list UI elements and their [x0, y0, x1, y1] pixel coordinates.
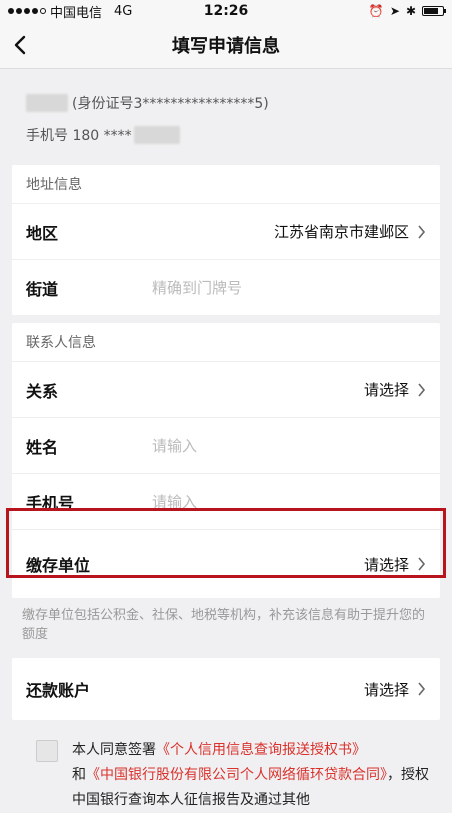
nav-bar: 填写申请信息: [0, 22, 452, 69]
contact-card: 联系人信息 关系 请选择 姓名 请输入 手机号 请输入 缴存单位 请选择: [12, 323, 440, 598]
street-label: 街道: [26, 279, 59, 299]
relation-value: 请选择: [364, 379, 426, 400]
signal-icon: [8, 8, 46, 14]
chevron-right-icon: [418, 382, 426, 397]
repay-label: 还款账户: [26, 681, 91, 700]
address-card: 地址信息 地区 江苏省南京市建邺区 街道 精确到门牌号: [12, 165, 440, 315]
location-icon: ➤: [389, 4, 400, 18]
name-label: 姓名: [26, 437, 59, 457]
contact-phone-input[interactable]: 请输入: [152, 491, 426, 512]
blurred-name: [26, 94, 68, 112]
name-input[interactable]: 请输入: [152, 435, 426, 456]
contact-phone-row[interactable]: 手机号 请输入: [12, 474, 440, 530]
blurred-phone: [133, 126, 180, 144]
contact-section-header: 联系人信息: [12, 323, 440, 362]
credit-authorization-link[interactable]: 《个人信用信息查询报送授权书》: [156, 742, 366, 758]
status-bar: 中国电信 4G 12:26 ⏰ ➤ ✱: [0, 0, 452, 22]
status-right: ⏰ ➤ ✱: [368, 4, 446, 18]
user-id-line: (身份证号3****************5): [26, 91, 426, 115]
chevron-left-icon: [14, 35, 26, 55]
id-number-text: (身份证号3****************5): [72, 96, 269, 112]
bluetooth-icon: ✱: [405, 4, 416, 18]
street-row[interactable]: 街道 精确到门牌号: [12, 260, 440, 315]
chevron-right-icon: [418, 557, 426, 571]
loan-contract-link[interactable]: 《中国银行股份有限公司个人网络循环贷款合同》: [86, 767, 387, 783]
back-button[interactable]: [0, 22, 40, 68]
repay-row[interactable]: 还款账户 请选择: [12, 658, 440, 720]
status-left: 中国电信 4G: [8, 2, 132, 21]
carrier-label: 中国电信: [50, 5, 103, 21]
page-title: 填写申请信息: [172, 36, 280, 57]
relation-label: 关系: [26, 381, 59, 401]
repay-value: 请选择: [364, 679, 426, 700]
phone-text: 手机号 180 ****: [26, 128, 132, 144]
agreement-checkbox[interactable]: [36, 740, 58, 762]
employer-label: 缴存单位: [26, 556, 91, 575]
battery-icon: [422, 6, 446, 16]
agreement-section: 本人同意签署《个人信用信息查询报送授权书》 和《中国银行股份有限公司个人网络循环…: [36, 738, 436, 813]
status-time: 12:26: [203, 3, 249, 19]
contact-phone-label: 手机号: [26, 493, 75, 513]
employer-row[interactable]: 缴存单位 请选择: [12, 530, 440, 598]
agreement-text: 本人同意签署《个人信用信息查询报送授权书》 和《中国银行股份有限公司个人网络循环…: [72, 742, 429, 808]
address-section-header: 地址信息: [12, 165, 440, 204]
region-row[interactable]: 地区 江苏省南京市建邺区: [12, 204, 440, 260]
user-info: (身份证号3****************5) 手机号 180 ****: [0, 69, 452, 165]
repay-card: 还款账户 请选择: [12, 658, 440, 720]
employer-value: 请选择: [364, 554, 426, 575]
employer-hint: 缴存单位包括公积金、社保、地税等机构，补充该信息有助于提升您的额度: [22, 608, 426, 642]
network-label: 4G: [114, 3, 133, 19]
name-row[interactable]: 姓名 请输入: [12, 418, 440, 474]
user-phone-line: 手机号 180 ****: [26, 123, 426, 147]
street-input[interactable]: 精确到门牌号: [152, 277, 426, 298]
region-label: 地区: [26, 223, 59, 243]
chevron-right-icon: [418, 682, 426, 696]
region-value: 江苏省南京市建邺区: [274, 221, 426, 242]
chevron-right-icon: [418, 224, 426, 239]
relation-row[interactable]: 关系 请选择: [12, 362, 440, 418]
alarm-icon: ⏰: [368, 4, 384, 18]
